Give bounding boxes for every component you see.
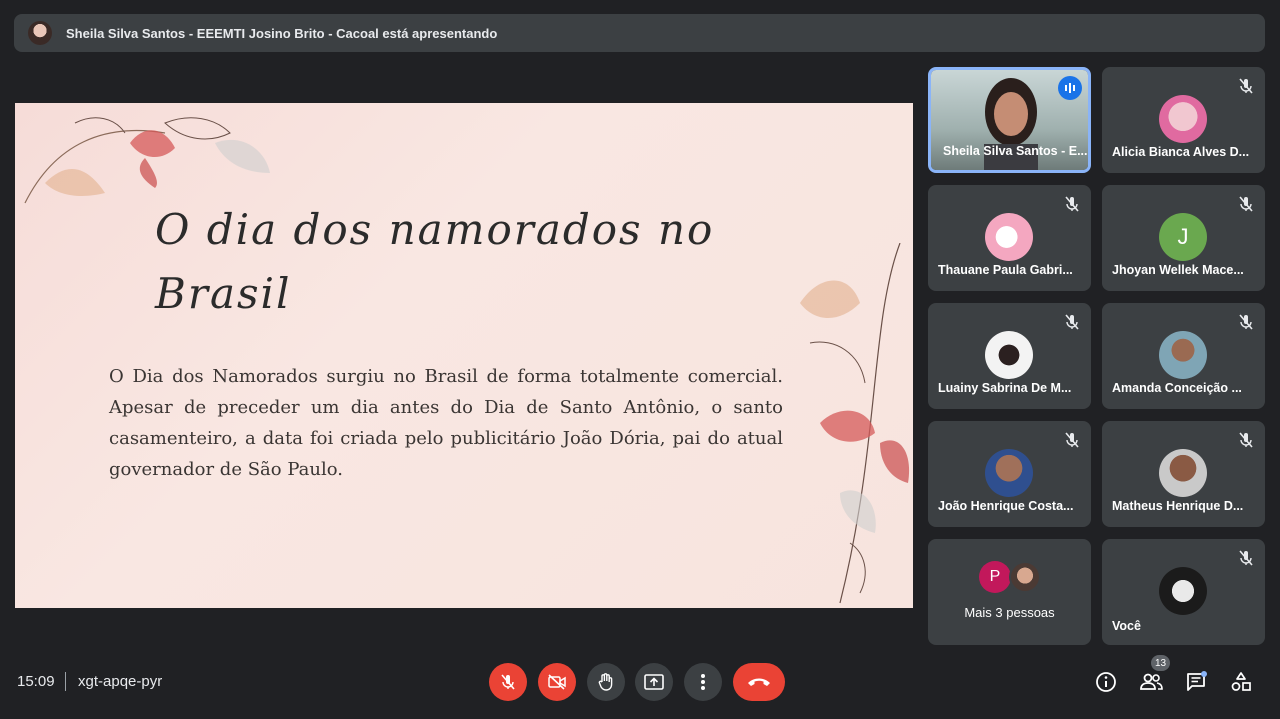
hang-up-icon: [748, 678, 770, 686]
camera-off-icon: [548, 674, 566, 690]
mic-off-icon: [1239, 550, 1253, 566]
avatar: [1159, 449, 1207, 497]
activities-button[interactable]: [1227, 668, 1255, 696]
avatar-stack: P: [979, 561, 1043, 595]
participant-tile-self[interactable]: Você: [1102, 539, 1265, 645]
avatar: [1159, 331, 1207, 379]
hand-icon: [598, 673, 613, 691]
avatar: P: [979, 561, 1011, 593]
participant-name: Alicia Bianca Alves D...: [1112, 145, 1250, 159]
presenter-banner: Sheila Silva Santos - EEEMTI Josino Brit…: [14, 14, 1265, 52]
participant-tile-luainy[interactable]: Luainy Sabrina De M...: [928, 303, 1091, 409]
avatar: [1009, 561, 1041, 593]
mic-off-icon: [1239, 196, 1253, 212]
chat-button[interactable]: [1182, 668, 1210, 696]
avatar: [985, 449, 1033, 497]
more-participants-tile[interactable]: P Mais 3 pessoas: [928, 539, 1091, 645]
meeting-details-button[interactable]: [1092, 668, 1120, 696]
mic-off-icon: [1239, 78, 1253, 94]
participant-name: Jhoyan Wellek Mace...: [1112, 263, 1244, 277]
participant-name: Amanda Conceição ...: [1112, 381, 1242, 395]
mic-off-icon: [1239, 314, 1253, 330]
participant-name: Sheila Silva Santos - E...: [943, 144, 1088, 158]
slide-heading: O dia dos namorados no Brasil: [155, 205, 715, 318]
avatar: J: [1159, 213, 1207, 261]
mic-off-icon: [1065, 196, 1079, 212]
participant-tile-thauane[interactable]: Thauane Paula Gabri...: [928, 185, 1091, 291]
speaking-indicator-icon: [1058, 76, 1082, 100]
info-icon: [1096, 672, 1116, 692]
mic-toggle-button[interactable]: [489, 663, 527, 701]
participant-name: Matheus Henrique D...: [1112, 499, 1244, 513]
raise-hand-button[interactable]: [587, 663, 625, 701]
participant-name: Thauane Paula Gabri...: [938, 263, 1073, 277]
people-button[interactable]: [1137, 668, 1165, 696]
meeting-code: xgt-apqe-pyr: [78, 673, 163, 690]
leave-call-button[interactable]: [733, 663, 785, 701]
participant-tile-jhoyan[interactable]: J Jhoyan Wellek Mace...: [1102, 185, 1265, 291]
present-screen-button[interactable]: [635, 663, 673, 701]
current-time: 15:09: [17, 673, 55, 690]
activities-icon: [1231, 672, 1251, 691]
participant-tile-amanda[interactable]: Amanda Conceição ...: [1102, 303, 1265, 409]
participant-name: Luainy Sabrina De M...: [938, 381, 1072, 395]
avatar: [1159, 95, 1207, 143]
participant-count-badge: 13: [1151, 655, 1171, 671]
avatar: [1159, 567, 1207, 615]
camera-toggle-button[interactable]: [538, 663, 576, 701]
participant-name: João Henrique Costa...: [938, 499, 1074, 513]
participant-name: Você: [1112, 619, 1141, 633]
mic-off-icon: [501, 674, 515, 690]
participant-tile-sheila[interactable]: Sheila Silva Santos - E...: [928, 67, 1091, 173]
more-participants-label: Mais 3 pessoas: [964, 605, 1055, 620]
avatar: [985, 213, 1033, 261]
participant-tile-matheus[interactable]: Matheus Henrique D...: [1102, 421, 1265, 527]
chat-icon: [1187, 671, 1207, 691]
mic-off-icon: [1239, 432, 1253, 448]
mic-off-icon: [1065, 432, 1079, 448]
avatar: [985, 331, 1033, 379]
mic-off-icon: [1065, 314, 1079, 330]
present-icon: [644, 674, 664, 690]
presentation-slide: O dia dos namorados no Brasil O Dia dos …: [15, 103, 913, 608]
presenter-text: Sheila Silva Santos - EEEMTI Josino Brit…: [66, 25, 498, 41]
bottom-control-bar: 15:09 xgt-apqe-pyr 13: [0, 650, 1280, 719]
more-options-button[interactable]: [684, 663, 722, 701]
people-icon: [1140, 673, 1163, 690]
floral-decoration-right: [800, 243, 910, 604]
divider: [65, 672, 66, 691]
slide-body-text: O Dia dos Namorados surgiu no Brasil de …: [109, 366, 783, 480]
participant-tile-joao[interactable]: João Henrique Costa...: [928, 421, 1091, 527]
presenter-avatar: [28, 21, 52, 45]
more-vert-icon: [701, 674, 705, 690]
participant-tile-alicia[interactable]: Alicia Bianca Alves D...: [1102, 67, 1265, 173]
